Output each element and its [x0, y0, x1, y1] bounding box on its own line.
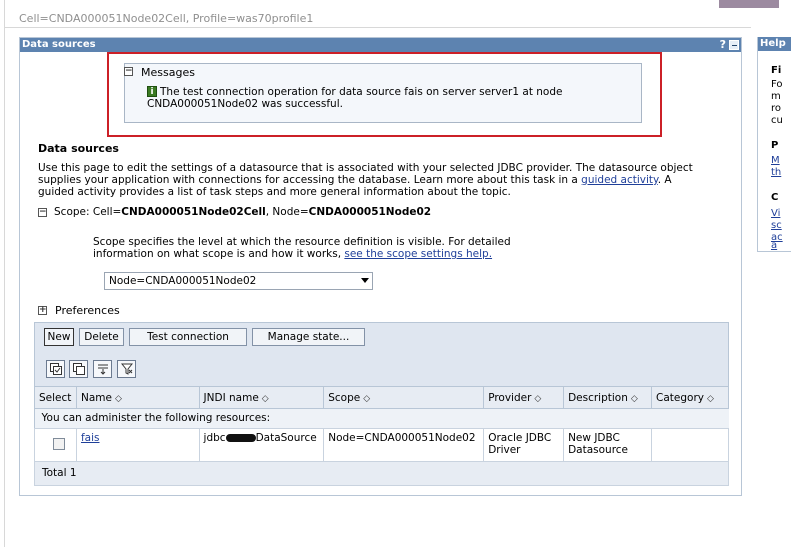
help-link[interactable]: sc [771, 220, 782, 231]
page-description: Use this page to edit the settings of a … [38, 162, 708, 198]
section-heading: Data sources [38, 142, 119, 155]
scope-select[interactable]: Node=CNDA000051Node02 [104, 272, 373, 290]
context-breadcrumb: Cell=CNDA000051Node02Cell, Profile=was70… [19, 12, 314, 25]
help-line: m [771, 91, 781, 102]
manage-state-button[interactable]: Manage state... [252, 328, 365, 346]
data-sources-table: Select Name ◇ JNDI name ◇ Scope ◇ Provider ◇… [34, 386, 729, 486]
description-cell: New JDBC Datasource [563, 428, 653, 462]
sort-icon[interactable]: ◇ [631, 394, 638, 404]
minimize-icon[interactable] [729, 40, 739, 50]
preferences-label[interactable]: Preferences [55, 304, 120, 317]
clear-filter-icon[interactable] [117, 360, 136, 378]
help-link[interactable]: M [771, 155, 780, 166]
column-header-category[interactable]: Category ◇ [651, 386, 729, 409]
column-header-name[interactable]: Name ◇ [75, 386, 200, 409]
help-line: P [771, 140, 779, 151]
highlight-annotation [107, 52, 662, 137]
scope-cell: Node=CNDA000051Node02 [323, 428, 485, 462]
guided-activity-link[interactable]: guided activity [581, 174, 658, 186]
datasource-name-link[interactable]: fais [81, 432, 100, 444]
row-select-cell [34, 428, 77, 462]
category-cell [651, 428, 729, 462]
redaction-mark [225, 434, 256, 442]
scope-summary: Scope: Cell=CNDA000051Node02Cell, Node=C… [54, 206, 431, 218]
scope-collapse-icon[interactable]: − [38, 208, 47, 217]
select-all-icon[interactable] [46, 360, 65, 378]
sort-icon[interactable]: ◇ [363, 394, 370, 404]
table-row: fais jdbc DataSource Node=CNDA000051Node0… [34, 428, 729, 462]
jndi-cell: jdbc DataSource [198, 428, 325, 462]
sort-icon[interactable]: ◇ [707, 394, 714, 404]
column-header-select: Select [34, 386, 77, 409]
column-header-jndi-name[interactable]: JNDI name ◇ [198, 386, 325, 409]
help-link[interactable]: Vi [771, 208, 780, 219]
provider-cell: Oracle JDBC Driver [483, 428, 565, 462]
help-question-icon[interactable]: ? [720, 38, 726, 52]
help-line: ro [771, 103, 782, 114]
dropdown-arrow-icon [361, 278, 369, 283]
column-header-scope[interactable]: Scope ◇ [323, 386, 485, 409]
sort-icon[interactable]: ◇ [115, 394, 122, 404]
name-cell: fais [75, 428, 200, 462]
column-header-description[interactable]: Description ◇ [563, 386, 653, 409]
help-line: cu [771, 115, 783, 126]
help-link[interactable]: th [771, 167, 781, 178]
scope-cell: CNDA000051Node02Cell [121, 206, 266, 218]
scope-node-label: , Node= [265, 206, 309, 218]
sort-icon[interactable]: ◇ [534, 394, 541, 404]
left-frame-border [4, 0, 5, 547]
admin-text: You can administer the following resourc… [34, 408, 729, 429]
scope-settings-help-link[interactable]: see the scope settings help. [344, 248, 492, 260]
help-line: Fo [771, 79, 783, 90]
column-header-provider[interactable]: Provider ◇ [483, 386, 565, 409]
scope-label: Scope: Cell= [54, 206, 122, 218]
corner-image [719, 0, 779, 8]
row-checkbox[interactable] [53, 438, 65, 450]
header-divider [4, 27, 751, 28]
test-connection-button[interactable]: Test connection [129, 328, 247, 346]
jndi-prefix: jdbc [203, 432, 226, 444]
help-panel: Help Fi Fo m ro cu P M th C Vi sc ac a [757, 37, 791, 252]
help-line: Fi [771, 65, 782, 76]
help-line: C [771, 192, 779, 203]
help-panel-title: Help [758, 37, 791, 51]
help-link[interactable]: a [771, 240, 777, 251]
deselect-all-icon[interactable] [69, 360, 88, 378]
sort-icon[interactable]: ◇ [262, 394, 269, 404]
scope-select-value: Node=CNDA000051Node02 [109, 275, 257, 287]
total-row: Total 1 [34, 461, 729, 486]
new-button[interactable]: New [44, 328, 74, 346]
preferences-expand-icon[interactable]: + [38, 306, 47, 315]
scope-help-text: Scope specifies the level at which the r… [93, 236, 563, 260]
jndi-suffix: DataSource [255, 432, 317, 444]
admin-row: You can administer the following resourc… [34, 408, 729, 429]
scope-node: CNDA000051Node02 [308, 206, 432, 218]
total-text: Total 1 [34, 461, 729, 486]
table-header-row: Select Name ◇ JNDI name ◇ Scope ◇ Provider ◇… [34, 386, 729, 409]
delete-button[interactable]: Delete [79, 328, 124, 346]
show-filter-icon[interactable] [93, 360, 112, 378]
portlet-title: Data sources [20, 38, 741, 52]
